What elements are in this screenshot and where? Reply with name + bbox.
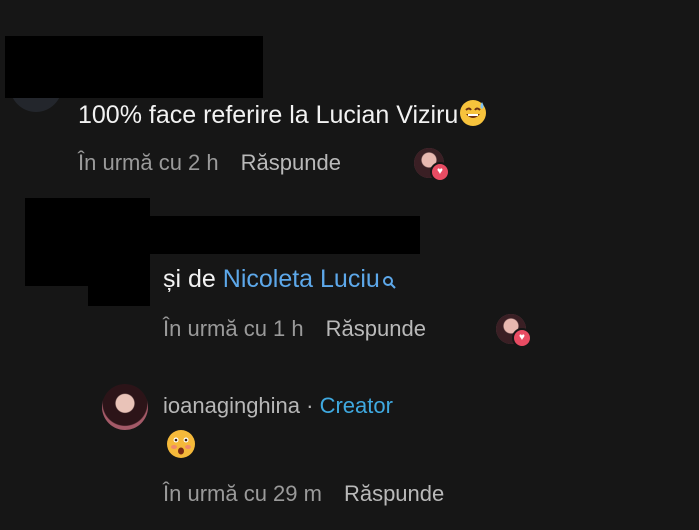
comment-body: 100% face referire la Lucian Viziru: [78, 101, 459, 130]
creator-meta: În urmă cu 29 m Răspunde: [163, 481, 444, 507]
creator-badge: Creator: [319, 393, 393, 418]
creator-like-avatar: ♥: [414, 148, 450, 182]
comment-meta: În urmă cu 2 h Răspunde: [78, 150, 341, 176]
creator-header: ioanaginghina · Creator: [163, 393, 393, 419]
comment-text: 100% face referire la Lucian Viziru: [78, 98, 488, 135]
redacted-reply-avatar: [25, 198, 150, 286]
separator-dot: ·: [300, 393, 320, 418]
redacted-username: [5, 36, 263, 98]
mention-link[interactable]: Nicoleta Luciu: [223, 265, 380, 293]
sweat-smile-emoji-icon: [458, 98, 488, 135]
reply-comment-text: și de Nicoleta Luciu: [163, 264, 396, 296]
heart-icon: ♥: [430, 162, 450, 182]
creator-like-avatar: ♥: [496, 314, 532, 348]
reply-body-prefix: și de: [163, 265, 223, 293]
redacted-reply-username: [150, 216, 420, 254]
reply-button[interactable]: Răspunde: [241, 150, 341, 175]
search-icon[interactable]: [382, 266, 396, 296]
heart-icon: ♥: [512, 328, 532, 348]
reply-button[interactable]: Răspunde: [344, 481, 444, 506]
creator-username[interactable]: ioanaginghina: [163, 393, 300, 418]
reply-time: În urmă cu 1 h: [163, 316, 304, 341]
creator-reply-time: În urmă cu 29 m: [163, 481, 322, 506]
comment-time: În urmă cu 2 h: [78, 150, 219, 175]
creator-avatar[interactable]: [102, 384, 148, 430]
blushing-kiss-emoji-icon: [165, 428, 197, 465]
reply-button[interactable]: Răspunde: [326, 316, 426, 341]
redacted-reply-extra: [88, 286, 150, 306]
reply-meta: În urmă cu 1 h Răspunde: [163, 316, 426, 342]
